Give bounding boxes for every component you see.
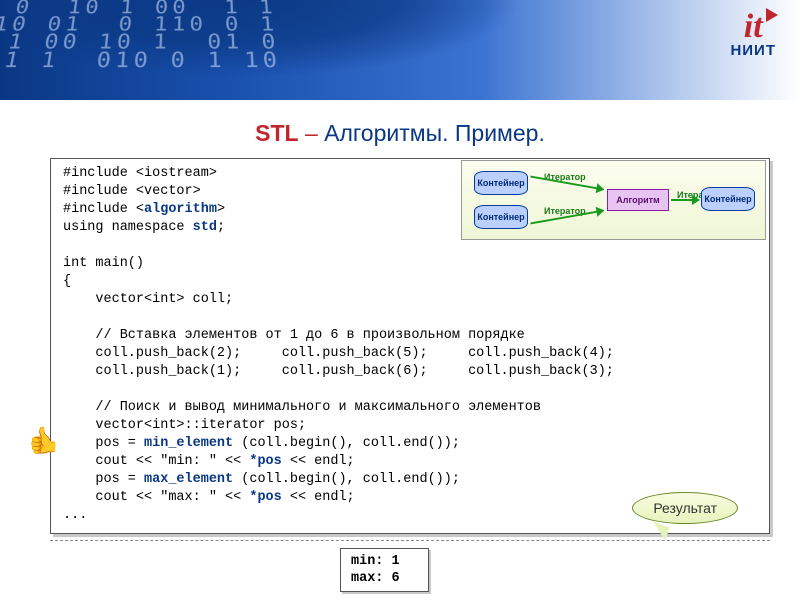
- diagram-container-top: Контейнер: [474, 171, 528, 195]
- output-line: min: 1: [351, 553, 400, 570]
- stl-diagram: Контейнер Контейнер Итератор Итератор Ал…: [461, 160, 766, 240]
- diagram-container-bottom: Контейнер: [474, 205, 528, 229]
- thumbs-up-icon: 👍: [28, 426, 60, 457]
- logo: it НИИТ: [730, 12, 776, 59]
- program-output: min: 1 max: 6: [340, 548, 429, 592]
- diagram-algorithm-box: Алгоритм: [607, 189, 669, 211]
- result-callout: Результат: [632, 492, 738, 524]
- section-divider: [50, 540, 770, 541]
- output-line: max: 6: [351, 570, 400, 587]
- logo-play-icon: [766, 8, 778, 22]
- diagram-arrow-icon: [671, 199, 699, 201]
- header-gradient: [0, 0, 800, 100]
- slide-title: STL – Алгоритмы. Пример.: [0, 120, 800, 147]
- diagram-container-right: Контейнер: [701, 187, 755, 211]
- logo-mark: it: [730, 12, 776, 43]
